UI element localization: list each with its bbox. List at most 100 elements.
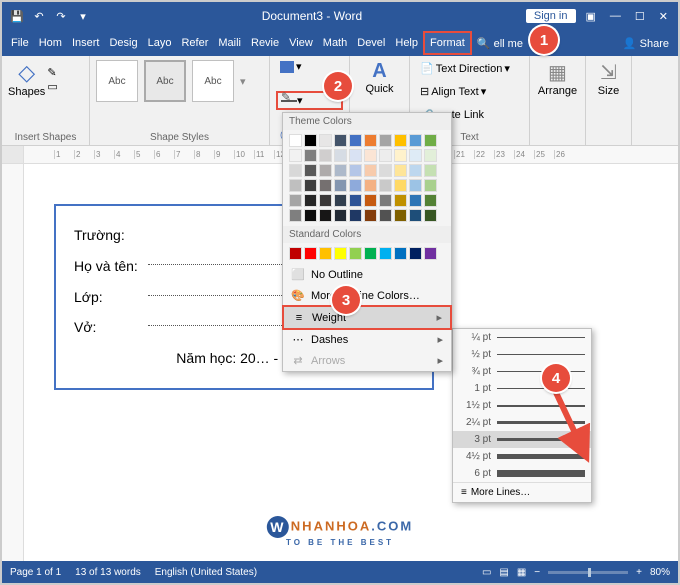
size-button[interactable]: ⇲ Size [592,60,625,97]
color-swatch[interactable] [394,194,407,207]
color-swatch[interactable] [409,247,422,260]
color-swatch[interactable] [364,134,377,147]
menu-file[interactable]: File [6,33,34,53]
menu-mailings[interactable]: Maili [213,33,246,53]
menu-help[interactable]: Help [390,33,423,53]
color-swatch[interactable] [409,149,422,162]
color-swatch[interactable] [379,247,392,260]
view-web-icon[interactable]: ▦ [517,567,526,578]
status-words[interactable]: 13 of 13 words [75,567,141,578]
shape-style-2[interactable]: Abc [144,60,186,102]
menu-layout[interactable]: Layo [143,33,177,53]
color-swatch[interactable] [304,247,317,260]
color-swatch[interactable] [334,209,347,222]
shape-style-3[interactable]: Abc [192,60,234,102]
status-page[interactable]: Page 1 of 1 [10,567,61,578]
color-swatch[interactable] [379,209,392,222]
edit-shape-icon[interactable]: ✎ [47,66,57,79]
sign-in-button[interactable]: Sign in [526,9,576,23]
color-swatch[interactable] [319,134,332,147]
textbox-icon[interactable]: ▭ [47,80,57,93]
color-swatch[interactable] [409,194,422,207]
color-swatch[interactable] [364,164,377,177]
zoom-out-icon[interactable]: − [534,567,540,578]
color-swatch[interactable] [409,164,422,177]
color-swatch[interactable] [424,149,437,162]
color-swatch[interactable] [334,164,347,177]
color-swatch[interactable] [349,209,362,222]
color-swatch[interactable] [289,179,302,192]
color-swatch[interactable] [319,149,332,162]
weight-item[interactable]: ≡ Weight ▸ [282,305,452,330]
menu-insert[interactable]: Insert [67,33,105,53]
more-lines-item[interactable]: ≡ More Lines… [453,482,591,502]
color-swatch[interactable] [304,194,317,207]
color-swatch[interactable] [394,134,407,147]
weight-option[interactable]: 3 pt [453,431,591,448]
dashes-item[interactable]: ⋯ Dashes ▸ [283,329,451,350]
color-swatch[interactable] [364,247,377,260]
color-swatch[interactable] [379,164,392,177]
menu-view[interactable]: View [284,33,318,53]
menu-format[interactable]: Format [423,31,472,55]
color-swatch[interactable] [334,247,347,260]
color-swatch[interactable] [424,134,437,147]
color-swatch[interactable] [364,149,377,162]
status-language[interactable]: English (United States) [155,567,257,578]
zoom-in-icon[interactable]: + [636,567,642,578]
color-swatch[interactable] [334,179,347,192]
weight-option[interactable]: 1½ pt [453,397,591,414]
color-swatch[interactable] [379,149,392,162]
color-swatch[interactable] [379,194,392,207]
color-swatch[interactable] [349,149,362,162]
more-colors-item[interactable]: 🎨 More Outline Colors… [283,285,451,306]
color-swatch[interactable] [289,149,302,162]
shape-style-1[interactable]: Abc [96,60,138,102]
view-print-icon[interactable]: ▤ [499,567,508,578]
weight-option[interactable]: 2¼ pt [453,414,591,431]
color-swatch[interactable] [289,194,302,207]
share-button[interactable]: 👤 Share [618,33,674,54]
weight-option[interactable]: ¼ pt [453,329,591,346]
color-swatch[interactable] [424,194,437,207]
color-swatch[interactable] [424,179,437,192]
zoom-value[interactable]: 80% [650,567,670,578]
menu-design[interactable]: Desig [104,33,142,53]
color-swatch[interactable] [289,209,302,222]
color-swatch[interactable] [334,134,347,147]
color-swatch[interactable] [394,209,407,222]
color-swatch[interactable] [364,209,377,222]
standard-colors-grid[interactable] [283,243,451,264]
minimize-icon[interactable]: — [610,10,621,23]
weight-option[interactable]: ¾ pt [453,363,591,380]
no-outline-item[interactable]: ⬜ No Outline [283,264,451,285]
quick-styles-button[interactable]: A Quick [356,60,403,95]
color-swatch[interactable] [304,149,317,162]
redo-icon[interactable]: ↷ [52,7,70,25]
color-swatch[interactable] [349,247,362,260]
menu-developer[interactable]: Devel [352,33,390,53]
menu-review[interactable]: Revie [246,33,284,53]
color-swatch[interactable] [379,134,392,147]
color-swatch[interactable] [304,164,317,177]
weight-option[interactable]: ½ pt [453,346,591,363]
close-icon[interactable]: ✕ [659,10,668,23]
color-swatch[interactable] [349,179,362,192]
color-swatch[interactable] [289,134,302,147]
ribbon-options-icon[interactable]: ▣ [586,10,596,23]
maximize-icon[interactable]: ☐ [635,10,645,23]
color-swatch[interactable] [349,164,362,177]
color-swatch[interactable] [409,179,422,192]
color-swatch[interactable] [334,149,347,162]
color-swatch[interactable] [289,247,302,260]
undo-icon[interactable]: ↶ [30,7,48,25]
color-swatch[interactable] [424,247,437,260]
theme-colors-grid[interactable] [283,130,451,226]
menu-references[interactable]: Refer [176,33,213,53]
color-swatch[interactable] [319,209,332,222]
color-swatch[interactable] [349,134,362,147]
weight-option[interactable]: 6 pt [453,465,591,482]
arrows-item[interactable]: ⇄ Arrows ▸ [283,350,451,371]
color-swatch[interactable] [304,179,317,192]
color-swatch[interactable] [409,209,422,222]
